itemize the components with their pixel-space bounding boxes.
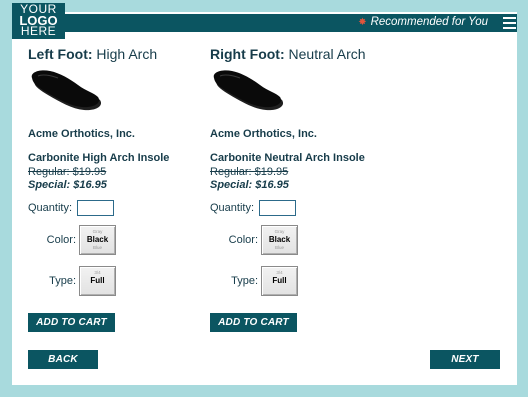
right-add-to-cart-button[interactable]: ADD TO CART: [210, 313, 297, 332]
logo: YOUR LOGO HERE: [12, 3, 65, 39]
right-foot-title: Right Foot: Neutral Arch: [210, 46, 390, 62]
recommended-label: Recommended for You: [370, 16, 488, 28]
insole-image: [31, 70, 102, 111]
left-foot-title: Left Foot: High Arch: [28, 46, 208, 62]
left-type-selected: Full: [90, 276, 105, 285]
right-color-selected: Black: [268, 235, 291, 244]
right-color-label: Color:: [228, 234, 258, 246]
left-type-row: Type: 3/4 Full: [28, 266, 208, 296]
right-type-picker[interactable]: 3/4 Full: [261, 266, 298, 296]
right-foot-title-arch: Neutral Arch: [288, 46, 366, 62]
left-add-to-cart-button[interactable]: ADD TO CART: [28, 313, 115, 332]
right-color-picker[interactable]: Gray Black Blue: [261, 225, 298, 255]
back-button[interactable]: BACK: [28, 350, 98, 369]
right-quantity-label: Quantity:: [210, 202, 255, 214]
right-type-selected: Full: [272, 276, 287, 285]
left-type-spacer: [97, 286, 98, 292]
left-quantity-row: Quantity:: [28, 200, 208, 216]
left-type-picker[interactable]: 3/4 Full: [79, 266, 116, 296]
recommended-link[interactable]: ✸ Recommended for You: [358, 16, 488, 28]
right-brand: Acme Orthotics, Inc.: [210, 128, 317, 140]
left-foot-title-label: Left Foot:: [28, 46, 93, 62]
right-quantity-row: Quantity:: [210, 200, 390, 216]
left-color-row: Color: Gray Black Blue: [28, 225, 208, 255]
left-foot-column: Left Foot: High Arch Acme Orthotics, Inc…: [28, 46, 208, 332]
left-foot-title-arch: High Arch: [96, 46, 158, 62]
right-type-spacer: [279, 286, 280, 292]
left-product-name: Carbonite High Arch Insole: [28, 152, 170, 164]
right-foot-column: Right Foot: Neutral Arch Acme Orthotics,…: [210, 46, 390, 332]
left-color-label: Color:: [46, 234, 76, 246]
right-color-next: Blue: [274, 245, 284, 250]
right-regular-price: Regular: $19.95: [210, 166, 289, 178]
right-foot-title-label: Right Foot:: [210, 46, 285, 62]
insole-image: [213, 70, 284, 111]
left-brand: Acme Orthotics, Inc.: [28, 128, 135, 140]
left-color-selected: Black: [86, 235, 109, 244]
right-special-price: Special: $16.95: [210, 179, 289, 191]
right-product-name: Carbonite Neutral Arch Insole: [210, 152, 365, 164]
left-type-label: Type:: [49, 275, 76, 287]
left-special-price: Special: $16.95: [28, 179, 107, 191]
left-color-next: Blue: [92, 245, 102, 250]
left-regular-price: Regular: $19.95: [28, 166, 107, 178]
right-color-row: Color: Gray Black Blue: [210, 225, 390, 255]
right-type-row: Type: 3/4 Full: [210, 266, 390, 296]
next-button[interactable]: NEXT: [430, 350, 500, 369]
left-quantity-label: Quantity:: [28, 202, 73, 214]
star-icon: ✸: [358, 16, 367, 28]
left-color-picker[interactable]: Gray Black Blue: [79, 225, 116, 255]
left-quantity-input[interactable]: [77, 200, 115, 216]
right-type-label: Type:: [231, 275, 258, 287]
right-quantity-input[interactable]: [259, 200, 297, 216]
hamburger-menu-icon[interactable]: [503, 17, 516, 29]
